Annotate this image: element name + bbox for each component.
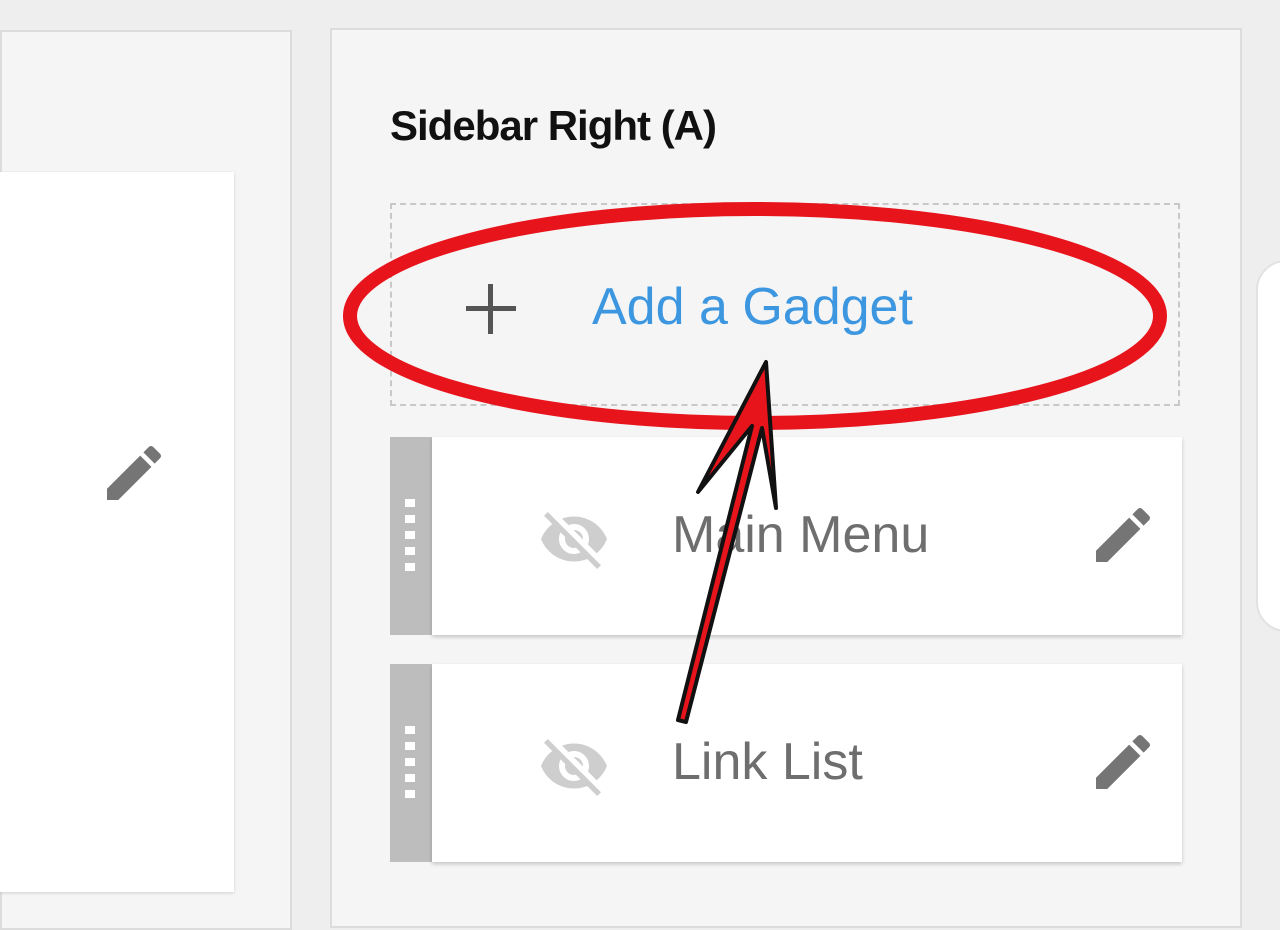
pencil-icon[interactable]	[1087, 499, 1159, 576]
eye-off-icon[interactable]	[532, 730, 616, 807]
gadget-name: Main Menu	[672, 506, 930, 564]
pencil-icon[interactable]	[1087, 726, 1159, 803]
drag-handle[interactable]	[390, 437, 432, 635]
gadget-name: Link List	[672, 733, 863, 791]
eye-off-icon[interactable]	[532, 503, 616, 580]
drag-handle[interactable]	[390, 664, 432, 862]
side-panel-edge	[1256, 260, 1280, 632]
add-gadget-link[interactable]: Add a Gadget	[592, 277, 913, 337]
gadget-card: Main Menu	[432, 437, 1182, 635]
layout-gadget-card	[0, 172, 234, 892]
pencil-icon[interactable]	[98, 437, 170, 514]
section-title: Sidebar Right (A)	[390, 102, 717, 149]
gadget-item[interactable]: Link List	[390, 664, 1182, 862]
plus-icon[interactable]	[460, 278, 522, 340]
gadget-item[interactable]: Main Menu	[390, 437, 1182, 635]
gadget-card: Link List	[432, 664, 1182, 862]
